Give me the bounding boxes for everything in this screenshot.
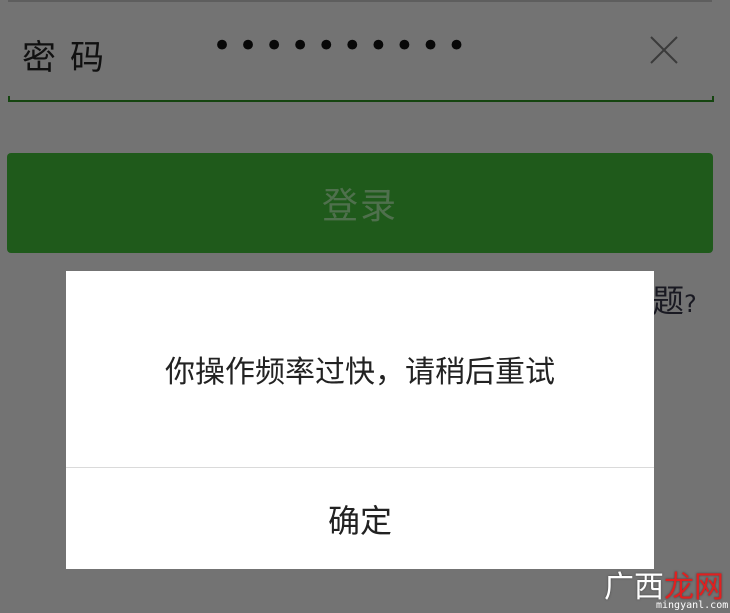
site-watermark: 广西龙网 mingyanl.com	[600, 560, 730, 613]
confirm-button[interactable]: 确定	[66, 468, 654, 569]
watermark-text-a: 广西	[604, 570, 664, 605]
watermark-url: mingyanl.com	[656, 600, 729, 611]
rate-limit-dialog: 你操作频率过快，请稍后重试 确定	[66, 271, 654, 569]
dialog-message: 你操作频率过快，请稍后重试	[165, 355, 555, 390]
